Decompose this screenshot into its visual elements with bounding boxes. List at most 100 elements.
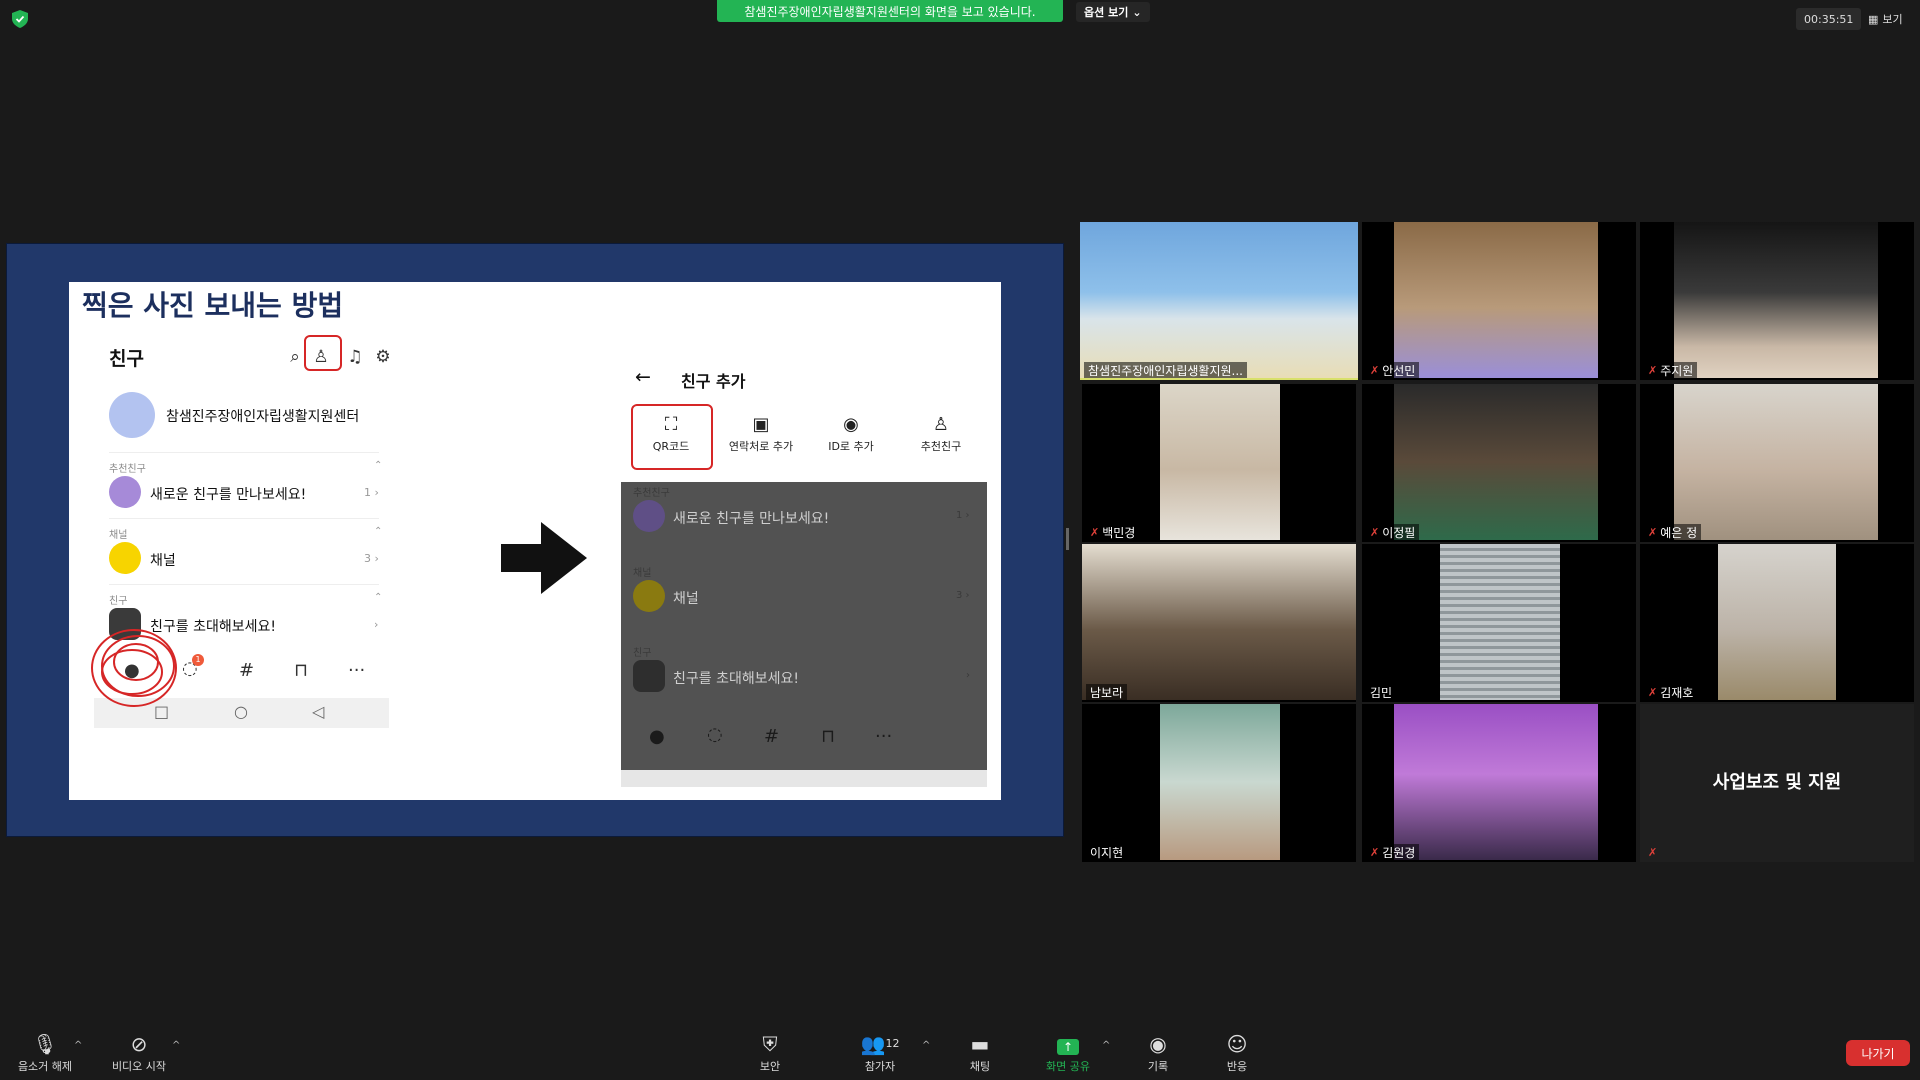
recommend-avatar (633, 500, 665, 532)
chat-button[interactable]: ▬ 채팅 (964, 1030, 996, 1074)
participant-video (1394, 704, 1598, 860)
chevron-up-icon: ⌃ (374, 526, 383, 537)
participant-video (1394, 222, 1598, 378)
right-arrow-icon (501, 522, 587, 594)
emoji-plus-icon: ☺ (1226, 1032, 1248, 1056)
participant-name-tag: 남보라 (1086, 684, 1128, 700)
participant-tile[interactable]: ✗ 예은 정 (1640, 384, 1914, 542)
participant-name: 이정필 (1382, 525, 1416, 540)
participants-caret-icon[interactable]: ^ (922, 1040, 930, 1051)
share-options-caret-icon[interactable]: ^ (1102, 1040, 1110, 1051)
list-item-count: › (374, 618, 379, 631)
participant-count: 12 (885, 1037, 900, 1050)
participants-button[interactable]: 👥12 참가자 (852, 1030, 908, 1074)
shared-screen[interactable]: 찍은 사진 보내는 방법 친구 ⌕ ♙ ♫ ⚙ 참샘진주장애인자립생활지원센터 … (6, 243, 1064, 837)
section-label: 친구 (633, 648, 652, 659)
participant-tile[interactable]: ✗ 김원경 (1362, 704, 1636, 862)
participant-tile[interactable]: ✗ 주지원 (1640, 222, 1914, 380)
participants-icon: 👥12 (852, 1030, 908, 1058)
participant-video (1080, 222, 1358, 378)
contact-card-icon: ▣ (752, 414, 770, 435)
participant-tile[interactable]: 사업보조 및 지원 ✗ (1640, 704, 1914, 862)
section-label: 추천친구 (633, 488, 670, 499)
panel-resize-handle[interactable] (1066, 528, 1069, 550)
muted-mic-icon: ✗ (1090, 525, 1100, 539)
divider (109, 518, 379, 519)
start-video-button[interactable]: ⊘ 비디오 시작 (104, 1030, 174, 1074)
view-options-button[interactable]: 옵션 보기 ⌄ (1076, 2, 1150, 22)
participant-video (1674, 384, 1878, 540)
audio-options-caret-icon[interactable]: ^ (74, 1040, 82, 1051)
chat-bubble-icon: ▬ (970, 1032, 990, 1056)
participant-tile[interactable]: 남보라 (1082, 544, 1356, 702)
participant-tile[interactable]: ✗ 이정필 (1362, 384, 1636, 542)
participant-tile[interactable]: ✗ 김재호 (1640, 544, 1914, 702)
participant-name: 백민경 (1102, 525, 1136, 540)
participant-video (1160, 704, 1280, 860)
participant-name-tag: ✗ 이정필 (1366, 524, 1420, 540)
gallery-view-button[interactable]: ▦ 보기 (1862, 8, 1909, 30)
more-icon: ··· (348, 660, 366, 681)
participant-name-tag: ✗ 백민경 (1086, 524, 1140, 540)
muted-mic-icon: ✗ (1648, 845, 1658, 859)
participant-name-tag: 참샘진주장애인자립생활지원... (1084, 362, 1247, 378)
section-label: 채널 (109, 530, 128, 541)
share-screen-button[interactable]: ↑ 화면 공유 (1038, 1030, 1098, 1074)
view-label: 보기 (1882, 13, 1903, 26)
participant-video (1674, 222, 1878, 378)
participant-display-name: 사업보조 및 지원 (1712, 772, 1842, 793)
unmute-label: 음소거 해제 (17, 1060, 73, 1073)
list-item-text: 새로운 친구를 만나보세요! (150, 487, 307, 503)
option-qr-code: ⛶ QR코드 (631, 412, 711, 454)
reactions-button[interactable]: ☺ 반응 (1222, 1030, 1252, 1074)
shopping-bag-icon: ⊓ (294, 660, 309, 681)
video-off-icon: ⊘ (130, 1032, 148, 1056)
music-icon: ♫ (347, 347, 363, 367)
participant-name: 참샘진주장애인자립생활지원... (1088, 363, 1243, 378)
option-recommend: ♙ 추천친구 (901, 412, 981, 454)
participant-tile[interactable]: 참샘진주장애인자립생활지원... (1080, 222, 1358, 380)
leave-meeting-button[interactable]: 나가기 (1846, 1040, 1910, 1066)
participant-tile[interactable]: ✗ 안선민 (1362, 222, 1636, 380)
option-label: QR코드 (652, 440, 690, 453)
people-icon: 👥 (860, 1032, 886, 1056)
add-friend-header: 친구 추가 (681, 372, 746, 391)
participant-name: 김민 (1370, 685, 1393, 700)
channel-avatar (109, 542, 141, 574)
option-contacts: ▣ 연락처로 추가 (721, 412, 801, 454)
video-options-caret-icon[interactable]: ^ (172, 1040, 180, 1051)
muted-mic-icon: ✗ (1648, 685, 1658, 699)
slide-title: 찍은 사진 보내는 방법 (82, 289, 344, 322)
security-label: 보안 (759, 1060, 781, 1073)
friends-list-screenshot: 친구 ⌕ ♙ ♫ ⚙ 참샘진주장애인자립생활지원센터 추천친구 ⌃ 새로운 친구… (91, 332, 464, 787)
unmute-button[interactable]: 🎙 음소거 해제 (12, 1030, 78, 1074)
participant-tile[interactable]: 김민 (1362, 544, 1636, 702)
reactions-label: 반응 (1226, 1060, 1248, 1073)
share-screen-icon: ↑ (1038, 1030, 1098, 1058)
encryption-shield-icon[interactable] (12, 10, 28, 28)
participant-name-tag: ✗ 안선민 (1366, 362, 1420, 378)
participant-tile[interactable]: 이지현 (1082, 704, 1356, 862)
participant-name-tag: 이지현 (1086, 844, 1128, 860)
hand-drawn-circle-annotation (91, 629, 177, 707)
android-nav-bar (621, 770, 987, 787)
list-item-text: 채널 (673, 591, 699, 607)
list-item-count: 1 › (956, 510, 970, 521)
record-label: 기록 (1147, 1060, 1169, 1073)
participant-tile[interactable]: ✗ 백민경 (1082, 384, 1356, 542)
participant-name: 이지현 (1090, 845, 1124, 860)
record-button[interactable]: ◉ 기록 (1144, 1030, 1172, 1074)
back-icon: ◁ (312, 702, 325, 721)
list-item-count: › (966, 670, 970, 681)
section-label: 채널 (633, 568, 652, 579)
friends-header: 친구 (109, 348, 144, 370)
dimmed-friend-list: 추천친구 새로운 친구를 만나보세요! 1 › 채널 채널 3 › 친구 친구를… (621, 482, 987, 770)
participant-name: 안선민 (1382, 363, 1416, 378)
chat-tab-icon: ◌ (707, 724, 723, 745)
muted-mic-icon: ✗ (1370, 525, 1380, 539)
start-video-label: 비디오 시작 (111, 1060, 167, 1073)
participant-name: 김원경 (1382, 845, 1416, 860)
security-button[interactable]: ⛨ 보안 (752, 1030, 788, 1074)
chevron-down-icon: ⌄ (1132, 5, 1142, 19)
participant-name: 주지원 (1660, 363, 1694, 378)
